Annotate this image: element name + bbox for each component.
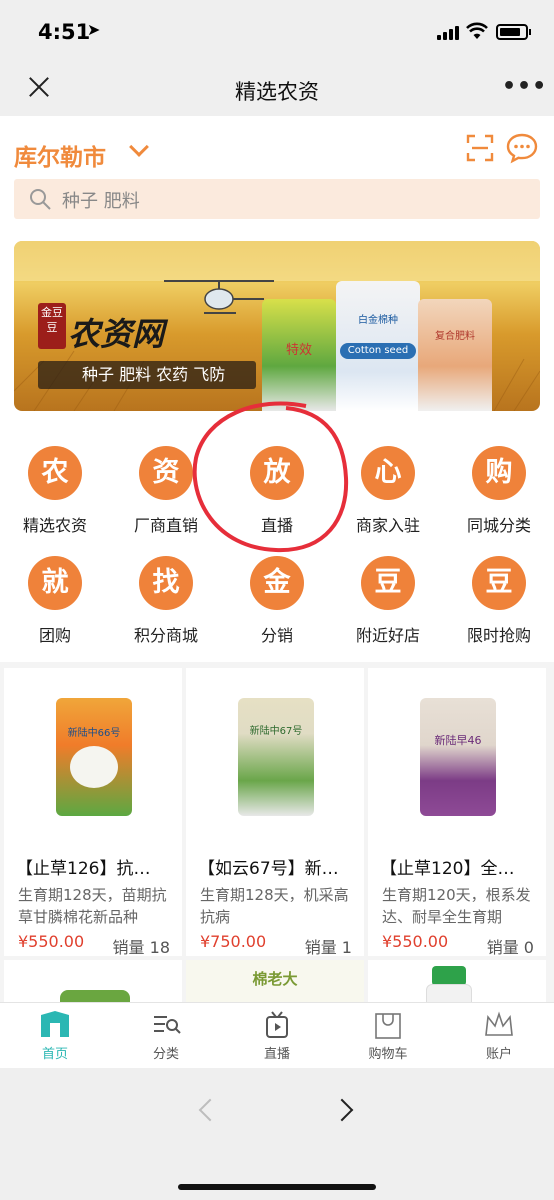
product-brand: 棉老大 <box>252 970 298 988</box>
category-label: 分销 <box>260 626 293 645</box>
forward-icon[interactable] <box>330 1098 354 1122</box>
product-bag-image: 白金棉种 Cotton seed <box>336 281 420 411</box>
product-card[interactable] <box>368 960 546 1002</box>
product-card[interactable]: 新陆中67号 【如云67号】新… 生育期128天，机采高抗病 ¥750.00 销… <box>186 668 364 956</box>
helicopter-icon <box>164 280 274 314</box>
category-label: 同城分类 <box>466 516 531 535</box>
category-icon: 金 <box>250 556 304 610</box>
product-bag-image: 复合肥料 <box>418 299 492 411</box>
home-indicator <box>178 1184 376 1190</box>
wifi-icon <box>466 22 488 45</box>
cellular-signal-icon <box>437 26 459 40</box>
category-label: 限时抢购 <box>466 626 531 645</box>
category-icon: 找 <box>139 556 193 610</box>
tab-label: 直播 <box>263 1047 290 1062</box>
product-title: 【止草126】抗… <box>16 859 151 879</box>
category-list-icon <box>151 1011 181 1039</box>
product-description: 生育期120天，根系发达、耐旱全生育期 <box>382 886 531 926</box>
product-card[interactable] <box>4 960 182 1002</box>
product-card[interactable]: 新陆早46 【止草120】全… 生育期120天，根系发达、耐旱全生育期 ¥550… <box>368 668 546 956</box>
category-item[interactable]: 金 分销 <box>222 556 332 646</box>
product-description: 生育期128天，机采高抗病 <box>200 886 349 926</box>
main-content: 库尔勒市 种子 肥料 金豆豆 农资网 种子 肥料 农药 飞防 特效 白金棉种 C… <box>0 116 554 1002</box>
tab-cart[interactable]: 购物车 <box>333 1011 443 1062</box>
product-image: 新陆早46 <box>420 698 496 816</box>
tab-category[interactable]: 分类 <box>111 1011 221 1062</box>
category-item[interactable]: 就 团购 <box>0 556 110 646</box>
product-sales: 销量 18 <box>112 938 170 956</box>
location-arrow-icon: ➤ <box>87 20 101 39</box>
category-item[interactable]: 购 同城分类 <box>444 446 554 536</box>
city-selector[interactable]: 库尔勒市 <box>14 138 106 172</box>
tab-label: 首页 <box>41 1047 68 1062</box>
banner-tagline: 种子 肥料 农药 飞防 <box>38 361 256 389</box>
battery-icon <box>496 24 531 40</box>
search-bar[interactable]: 种子 肥料 <box>14 179 540 219</box>
product-title: 【止草120】全… <box>380 859 515 879</box>
category-label: 积分商城 <box>133 626 198 645</box>
product-list: 新陆中66号 【止草126】抗… 生育期128天，苗期抗草甘膦棉花新品种 ¥55… <box>0 662 554 1002</box>
tab-home[interactable]: 首页 <box>0 1011 110 1062</box>
category-icon: 豆 <box>472 556 526 610</box>
product-price: ¥750.00 <box>200 932 267 951</box>
category-label: 团购 <box>38 626 71 645</box>
category-icon: 资 <box>139 446 193 500</box>
search-input[interactable]: 种子 肥料 <box>62 187 140 213</box>
product-sales: 销量 0 <box>486 938 534 956</box>
product-price: ¥550.00 <box>382 932 449 951</box>
back-icon[interactable] <box>198 1098 222 1122</box>
category-icon: 心 <box>361 446 415 500</box>
tab-live[interactable]: 直播 <box>222 1011 332 1062</box>
category-item[interactable]: 豆 限时抢购 <box>444 556 554 646</box>
product-image: 新陆中66号 <box>56 698 132 816</box>
category-item[interactable]: 豆 附近好店 <box>333 556 443 646</box>
tab-account[interactable]: 账户 <box>444 1011 554 1062</box>
shopping-bag-icon <box>373 1011 403 1039</box>
status-bar: 4:51 ➤ <box>0 0 554 64</box>
product-sales: 销量 1 <box>304 938 352 956</box>
tab-label: 购物车 <box>368 1047 408 1062</box>
promo-banner[interactable]: 金豆豆 农资网 种子 肥料 农药 飞防 特效 白金棉种 Cotton seed … <box>14 241 540 411</box>
category-item[interactable]: 农 精选农资 <box>0 446 110 536</box>
product-image <box>60 990 130 1002</box>
category-label: 精选农资 <box>22 516 87 535</box>
red-circle-annotation <box>192 401 349 553</box>
home-icon <box>40 1011 70 1039</box>
product-image: 新陆中67号 <box>238 698 314 816</box>
chevron-down-icon[interactable] <box>129 137 149 157</box>
product-description: 生育期128天，苗期抗草甘膦棉花新品种 <box>18 886 167 926</box>
product-card[interactable]: 新陆中66号 【止草126】抗… 生育期128天，苗期抗草甘膦棉花新品种 ¥55… <box>4 668 182 956</box>
product-image <box>432 966 466 986</box>
live-video-icon <box>262 1011 292 1039</box>
bottom-tab-bar: 首页 分类 直播 购物车 账户 <box>0 1002 554 1068</box>
logo-badge: 金豆豆 <box>38 303 66 349</box>
tab-label: 账户 <box>485 1047 512 1062</box>
tab-label: 分类 <box>152 1047 179 1062</box>
status-time: 4:51 <box>38 20 91 44</box>
page-title: 精选农资 <box>235 80 319 104</box>
crown-icon <box>484 1011 514 1039</box>
category-icon: 购 <box>472 446 526 500</box>
search-icon <box>28 187 52 211</box>
product-price: ¥550.00 <box>18 932 85 951</box>
banner-logo: 农资网 <box>68 315 165 353</box>
category-icon: 就 <box>28 556 82 610</box>
category-icon: 农 <box>28 446 82 500</box>
category-icon: 豆 <box>361 556 415 610</box>
product-title: 【如云67号】新… <box>198 859 339 879</box>
product-bag-image: 特效 <box>262 299 336 411</box>
category-label: 附近好店 <box>355 626 420 645</box>
product-card[interactable]: 棉老大 <box>186 960 364 1002</box>
browser-toolbar <box>0 1068 554 1200</box>
message-icon[interactable] <box>506 132 538 164</box>
scan-icon[interactable] <box>466 134 494 162</box>
category-item[interactable]: 找 积分商城 <box>111 556 221 646</box>
nav-bar: 精选农资 ••• <box>0 64 554 116</box>
more-options-icon[interactable]: ••• <box>502 74 547 99</box>
